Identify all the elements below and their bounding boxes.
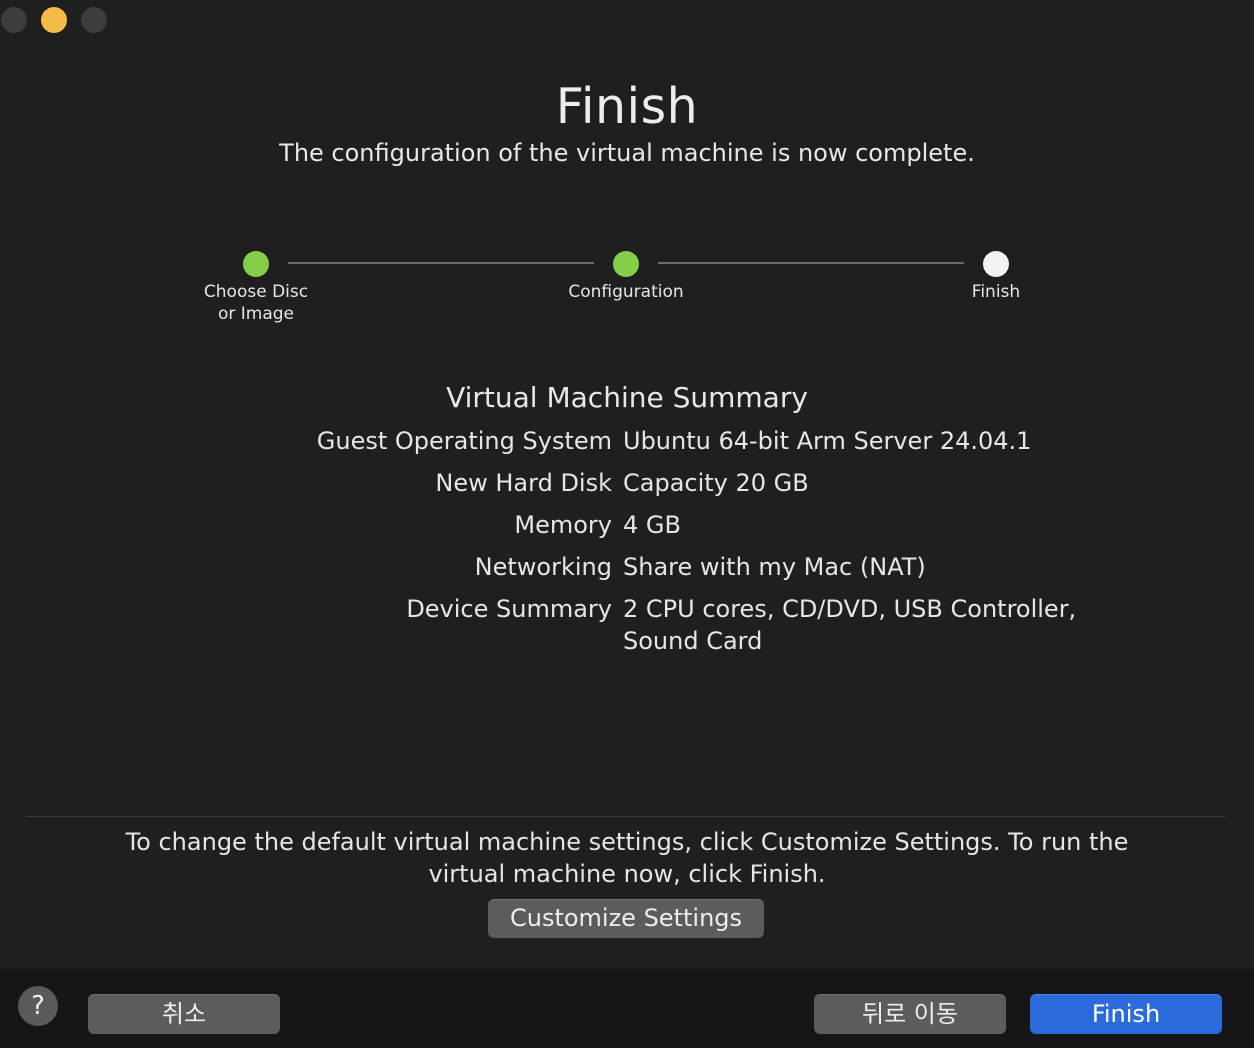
summary-title: Virtual Machine Summary: [446, 381, 808, 414]
summary-row-networking: Networking Share with my Mac (NAT): [200, 551, 1160, 583]
step-connector: [288, 262, 594, 264]
cancel-button[interactable]: 취소: [88, 994, 280, 1034]
summary-table: Guest Operating System Ubuntu 64-bit Arm…: [200, 425, 1160, 667]
step-finish-dot: [983, 251, 1009, 277]
customize-hint-text: To change the default virtual machine se…: [125, 828, 1129, 888]
page-subtitle: The configuration of the virtual machine…: [279, 139, 975, 167]
step-label-line: Configuration: [568, 282, 684, 302]
summary-value: Capacity 20 GB: [623, 469, 809, 497]
summary-key: Guest Operating System: [316, 427, 612, 455]
back-button[interactable]: 뒤로 이동: [814, 994, 1006, 1034]
step-label-line: or Image: [217, 304, 295, 324]
step-configuration-label: Configuration: [536, 281, 716, 303]
step-configuration-dot: [613, 251, 639, 277]
step-choose-disc-dot: [243, 251, 269, 277]
summary-row-device-summary: Device Summary 2 CPU cores, CD/DVD, USB …: [200, 593, 1160, 657]
summary-value: 4 GB: [623, 511, 681, 539]
summary-key: Networking: [474, 553, 612, 581]
step-label-line: Finish: [971, 282, 1021, 302]
page-title: Finish: [555, 78, 699, 135]
section-divider: [26, 816, 1226, 817]
summary-value: Ubuntu 64-bit Arm Server 24.04.1: [623, 427, 1032, 455]
summary-row-memory: Memory 4 GB: [200, 509, 1160, 541]
window-zoom-button[interactable]: [81, 7, 107, 33]
help-icon[interactable]: ?: [18, 986, 58, 1026]
summary-key: Memory: [514, 511, 612, 539]
summary-key: Device Summary: [406, 595, 612, 623]
summary-value: 2 CPU cores, CD/DVD, USB Controller, Sou…: [623, 595, 1077, 655]
window-minimize-button[interactable]: [41, 7, 67, 33]
finish-button[interactable]: Finish: [1030, 994, 1222, 1034]
step-connector: [658, 262, 964, 264]
summary-row-guest-os: Guest Operating System Ubuntu 64-bit Arm…: [200, 425, 1160, 457]
step-label-line: Choose Disc: [203, 282, 309, 302]
summary-row-hard-disk: New Hard Disk Capacity 20 GB: [200, 467, 1160, 499]
step-choose-disc-label: Choose Disc or Image: [166, 281, 346, 325]
customize-settings-button[interactable]: Customize Settings: [488, 899, 764, 938]
summary-value: Share with my Mac (NAT): [623, 553, 926, 581]
step-finish-label: Finish: [906, 281, 1086, 303]
window-close-button[interactable]: [1, 7, 27, 33]
summary-key: New Hard Disk: [435, 469, 612, 497]
